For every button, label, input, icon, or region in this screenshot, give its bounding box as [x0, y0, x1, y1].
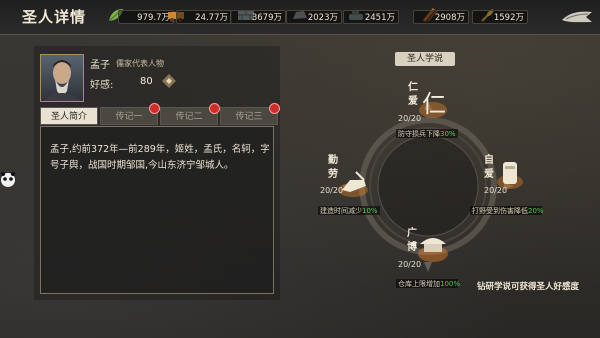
effect-percent: 100%: [440, 280, 461, 288]
notification-badge: [209, 103, 220, 114]
page-title: 圣人详情: [22, 8, 87, 26]
virtue-ziai-label-bottom: 爱: [484, 169, 494, 180]
favor-label: 好感:: [90, 80, 114, 91]
virtue-ren-effect: 防守损兵下降30%: [398, 129, 456, 139]
effect-percent: 20%: [528, 207, 544, 215]
virtue-guangbo-effect: 仓库上限增加100%: [398, 279, 460, 289]
notification-badge: [269, 103, 280, 114]
favor-value: 80: [140, 76, 153, 87]
close-icon[interactable]: [560, 8, 594, 26]
tab-label: 圣人简介: [50, 112, 87, 122]
resource-tank-value: 2451万: [343, 10, 399, 24]
panda-icon: [1, 172, 15, 187]
virtue-ziai-label-top: 自: [484, 155, 494, 166]
tab-label: 传记三: [235, 112, 263, 122]
top-bar: 圣人详情 979.7万 24.77万 3679万 2023万 2451万 290…: [0, 0, 600, 35]
virtue-ren-label-bottom: 爱: [408, 96, 418, 107]
virtue-ren-label-top: 仁: [408, 82, 418, 93]
virtue-qinlao-label-top: 勤: [328, 155, 338, 166]
virtue-guangbo-icon[interactable]: [416, 230, 450, 264]
bio-text: 孟子,约前372年—前289年，姬姓，孟氏，名轲，字号子舆，战国时期邹国,今山东…: [50, 144, 270, 171]
resource-wheat-value: 1592万: [472, 10, 528, 24]
effect-text: 建造时间减少: [320, 207, 362, 215]
tab-biography-2[interactable]: 传记二: [160, 103, 220, 125]
resource-wood-value: 2908万: [413, 10, 469, 24]
effect-percent: 10%: [362, 207, 378, 215]
resource-brick-value: 3679万: [230, 10, 286, 24]
sage-portrait: [40, 54, 84, 102]
sage-name: 孟子: [90, 60, 110, 71]
virtue-ziai-effect: 打野受到伤害降低20%: [472, 206, 544, 216]
effect-text: 防守损兵下降: [398, 130, 440, 138]
effect-text: 仓库上限增加: [398, 280, 440, 288]
tab-label: 传记二: [175, 112, 203, 122]
effect-text: 打野受到伤害降低: [472, 207, 528, 215]
resource-stone-value: 2023万: [286, 10, 342, 24]
virtue-qinlao-count: 20/20: [320, 186, 344, 195]
sage-tag: 儒家代表人物: [116, 59, 164, 68]
favor-info-icon[interactable]: [162, 74, 176, 88]
tab-label: 传记一: [115, 112, 143, 122]
virtue-qinlao-effect: 建造时间减少10%: [320, 206, 378, 216]
virtue-guangbo-count: 20/20: [398, 260, 422, 269]
tab-biography-3[interactable]: 传记三: [220, 103, 280, 125]
doctrine-hint: 钻研学说可获得圣人好感度: [477, 282, 580, 292]
effect-percent: 30%: [440, 130, 456, 138]
virtue-ziai-count: 20/20: [484, 186, 508, 195]
notification-badge: [149, 103, 160, 114]
resource-cart-value: 24.77万: [176, 10, 232, 24]
avatar: [43, 60, 81, 101]
tab-biography-1[interactable]: 传记一: [100, 103, 160, 125]
tab-sage-intro[interactable]: 圣人简介: [40, 107, 98, 125]
virtue-ren-icon[interactable]: 仁: [418, 86, 448, 120]
svg-text:仁: 仁: [422, 90, 446, 118]
virtue-ren-count: 20/20: [398, 114, 422, 123]
doctrine-title: 圣人学说: [395, 52, 455, 66]
